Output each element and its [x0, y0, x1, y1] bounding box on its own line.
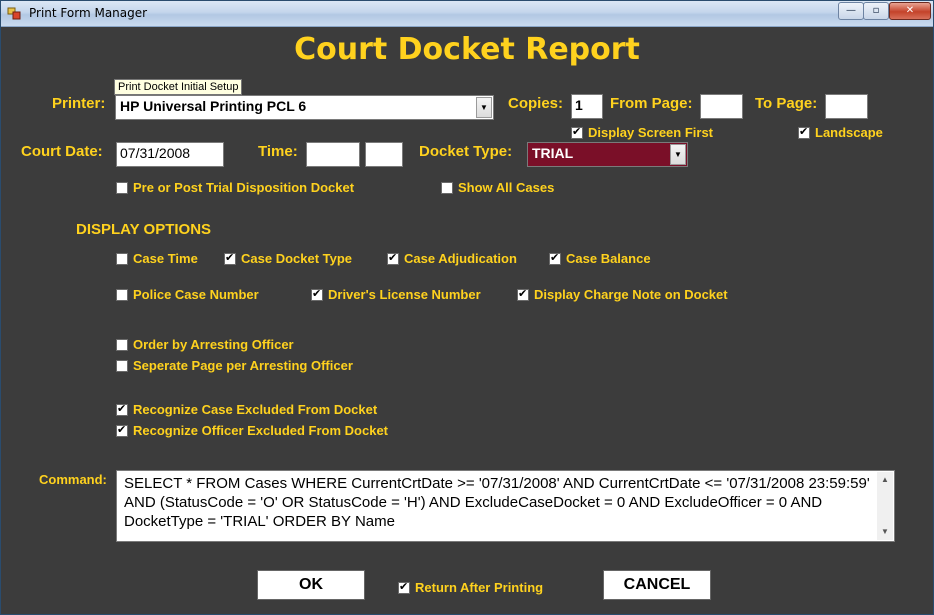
- checkbox-box[interactable]: [116, 181, 128, 194]
- landscape-checkbox[interactable]: Landscape: [798, 125, 883, 140]
- checkbox-box[interactable]: [224, 251, 236, 265]
- recognize-officer-excluded-checkbox[interactable]: Recognize Officer Excluded From Docket: [116, 423, 388, 438]
- return-after-printing-checkbox[interactable]: Return After Printing: [398, 580, 543, 595]
- checkbox-box[interactable]: [441, 181, 453, 194]
- command-scrollbar[interactable]: ▲ ▼: [877, 472, 893, 540]
- docket-type-select[interactable]: TRIAL ▼: [527, 142, 688, 167]
- checkbox-box[interactable]: [571, 125, 583, 139]
- case-balance-checkbox[interactable]: Case Balance: [549, 251, 651, 266]
- show-all-cases-checkbox[interactable]: Show All Cases: [441, 180, 554, 195]
- checkbox-box[interactable]: [116, 402, 128, 416]
- separate-page-per-officer-label: Seperate Page per Arresting Officer: [133, 358, 353, 373]
- separate-page-per-officer-checkbox[interactable]: Seperate Page per Arresting Officer: [116, 358, 353, 373]
- display-charge-note-checkbox[interactable]: Display Charge Note on Docket: [517, 287, 728, 302]
- case-docket-type-checkbox[interactable]: Case Docket Type: [224, 251, 352, 266]
- checkbox-box[interactable]: [517, 287, 529, 301]
- display-charge-note-label: Display Charge Note on Docket: [534, 287, 728, 302]
- copies-input[interactable]: 1: [571, 94, 603, 119]
- recognize-case-excluded-checkbox[interactable]: Recognize Case Excluded From Docket: [116, 402, 377, 417]
- case-docket-type-label: Case Docket Type: [241, 251, 353, 266]
- docket-type-select-value: TRIAL: [532, 145, 574, 161]
- pre-post-trial-checkbox[interactable]: Pre or Post Trial Disposition Docket: [116, 180, 354, 195]
- command-label: Command:: [39, 472, 107, 487]
- checkbox-box[interactable]: [116, 359, 128, 372]
- scroll-up-icon[interactable]: ▲: [877, 472, 893, 488]
- chevron-down-icon[interactable]: ▼: [670, 144, 686, 165]
- checkbox-box[interactable]: [798, 125, 810, 139]
- app-icon: [7, 7, 21, 20]
- drivers-license-number-label: Driver's License Number: [328, 287, 481, 302]
- from-page-label: From Page:: [610, 95, 693, 112]
- pre-post-trial-label: Pre or Post Trial Disposition Docket: [133, 180, 355, 195]
- checkbox-box[interactable]: [116, 288, 128, 301]
- police-case-number-label: Police Case Number: [133, 287, 259, 302]
- checkbox-box[interactable]: [116, 338, 128, 351]
- order-by-arresting-officer-checkbox[interactable]: Order by Arresting Officer: [116, 337, 294, 352]
- minimize-icon: —: [846, 5, 856, 16]
- command-textarea[interactable]: SELECT * FROM Cases WHERE CurrentCrtDate…: [116, 470, 895, 542]
- command-text: SELECT * FROM Cases WHERE CurrentCrtDate…: [124, 475, 870, 530]
- chevron-down-icon[interactable]: ▼: [476, 97, 492, 118]
- from-page-input[interactable]: [700, 94, 743, 119]
- court-date-label: Court Date:: [21, 143, 103, 160]
- case-adjudication-label: Case Adjudication: [404, 251, 517, 266]
- checkbox-box[interactable]: [549, 251, 561, 265]
- to-page-label: To Page:: [755, 95, 818, 112]
- return-after-printing-label: Return After Printing: [415, 580, 544, 595]
- report-heading: Court Docket Report: [294, 32, 640, 67]
- cancel-button[interactable]: CANCEL: [603, 570, 711, 600]
- time-label: Time:: [258, 143, 298, 160]
- close-button[interactable]: ✕: [889, 2, 931, 20]
- time-input-1[interactable]: [306, 142, 360, 167]
- minimize-button[interactable]: —: [838, 2, 864, 20]
- window-title: Print Form Manager: [29, 6, 148, 20]
- order-by-arresting-officer-label: Order by Arresting Officer: [133, 337, 294, 352]
- printer-select-value: HP Universal Printing PCL 6: [120, 98, 307, 114]
- docket-type-label: Docket Type:: [419, 143, 513, 160]
- recognize-officer-excluded-label: Recognize Officer Excluded From Docket: [133, 423, 389, 438]
- display-screen-first-label: Display Screen First: [588, 125, 713, 140]
- checkbox-box[interactable]: [398, 580, 410, 594]
- checkbox-box[interactable]: [116, 423, 128, 437]
- ok-button[interactable]: OK: [257, 570, 365, 600]
- display-screen-first-checkbox[interactable]: Display Screen First: [571, 125, 713, 140]
- checkbox-box[interactable]: [311, 287, 323, 301]
- title-bar[interactable]: Print Form Manager — ▫ ✕: [1, 1, 933, 27]
- show-all-cases-label: Show All Cases: [458, 180, 555, 195]
- drivers-license-number-checkbox[interactable]: Driver's License Number: [311, 287, 481, 302]
- to-page-input[interactable]: [825, 94, 868, 119]
- scroll-down-icon[interactable]: ▼: [877, 524, 893, 540]
- printer-tooltip: Print Docket Initial Setup: [114, 79, 243, 95]
- landscape-label: Landscape: [815, 125, 883, 140]
- police-case-number-checkbox[interactable]: Police Case Number: [116, 287, 259, 302]
- case-time-label: Case Time: [133, 251, 198, 266]
- maximize-icon: ▫: [872, 5, 880, 16]
- checkbox-box[interactable]: [116, 252, 128, 265]
- display-options-heading: DISPLAY OPTIONS: [76, 221, 212, 238]
- time-input-2[interactable]: [365, 142, 403, 167]
- case-time-checkbox[interactable]: Case Time: [116, 251, 198, 266]
- checkbox-box[interactable]: [387, 251, 399, 265]
- copies-label: Copies:: [508, 95, 564, 112]
- printer-select[interactable]: HP Universal Printing PCL 6 ▼: [115, 95, 494, 120]
- case-adjudication-checkbox[interactable]: Case Adjudication: [387, 251, 517, 266]
- maximize-button[interactable]: ▫: [863, 2, 889, 20]
- court-date-input[interactable]: 07/31/2008: [116, 142, 224, 167]
- recognize-case-excluded-label: Recognize Case Excluded From Docket: [133, 402, 378, 417]
- close-icon: ✕: [905, 5, 915, 16]
- case-balance-label: Case Balance: [566, 251, 651, 266]
- printer-label: Printer:: [52, 95, 106, 112]
